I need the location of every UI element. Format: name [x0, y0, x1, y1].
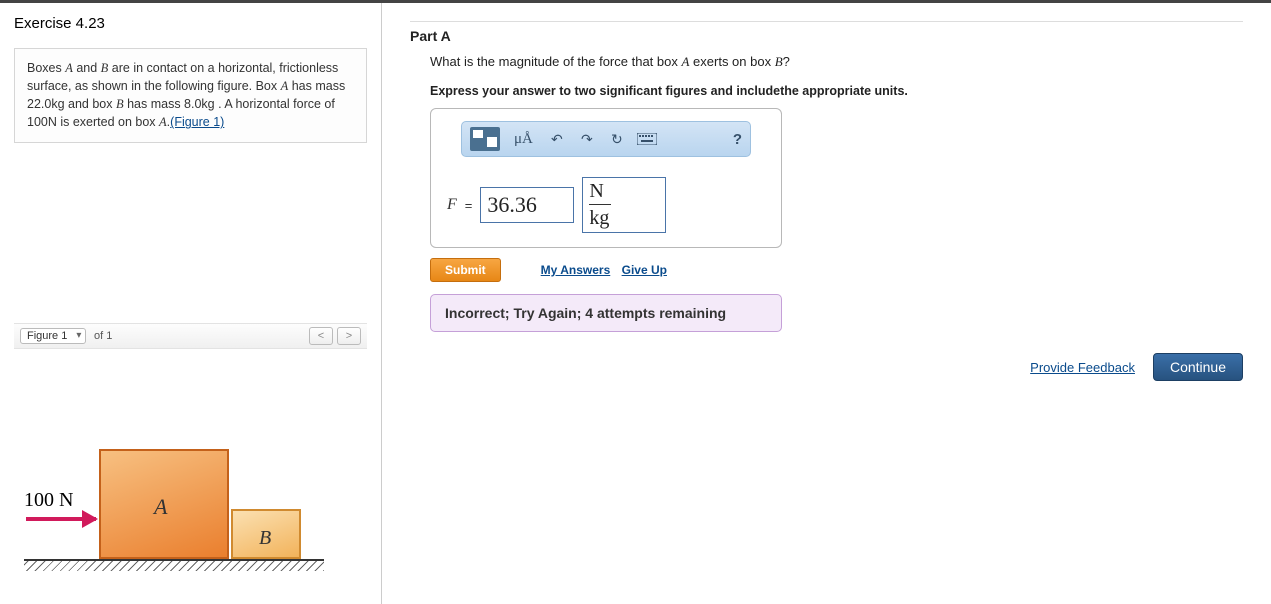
force-arrow-icon [26, 517, 96, 521]
problem-text: and [73, 61, 101, 75]
feedback-message: Incorrect; Try Again; 4 attempts remaini… [430, 294, 782, 332]
help-button[interactable]: ? [733, 131, 742, 148]
figure-toolbar: Figure 1 of 1 < > [14, 323, 367, 349]
give-up-link[interactable]: Give Up [622, 263, 667, 277]
exercise-title: Exercise 4.23 [14, 15, 367, 32]
problem-statement: Boxes A and B are in contact on a horizo… [14, 48, 367, 143]
question-segment: ? [783, 54, 790, 69]
figure-prev-button[interactable]: < [309, 327, 333, 345]
redo-icon[interactable]: ↷ [577, 129, 597, 149]
figure-link[interactable]: (Figure 1) [170, 115, 224, 129]
var-b: B [775, 54, 783, 69]
part-a-header: Part A [410, 21, 1243, 44]
ground-hatch [24, 561, 324, 571]
equation-toolbar: μÅ ↶ ↷ ↻ ? [461, 121, 751, 157]
question-text: What is the magnitude of the force that … [430, 54, 1243, 70]
question-segment: exerts on box [689, 54, 774, 69]
figure-next-button[interactable]: > [337, 327, 361, 345]
keyboard-icon[interactable] [637, 129, 657, 149]
figure-box-b-label: B [259, 527, 271, 550]
var-a: A [159, 115, 167, 129]
template-button[interactable] [470, 127, 500, 151]
problem-text: Boxes [27, 61, 65, 75]
variable-label: F [447, 196, 457, 214]
figure-select[interactable]: Figure 1 [20, 328, 86, 344]
reset-icon[interactable]: ↻ [607, 129, 627, 149]
answer-input-row: F = N kg [447, 177, 769, 233]
submit-button[interactable]: Submit [430, 258, 501, 282]
equals-label: = [465, 198, 473, 213]
figure-canvas: 100 N A B [14, 399, 367, 599]
var-a: A [65, 61, 73, 75]
bottom-row: Provide Feedback Continue [1030, 353, 1243, 381]
continue-button[interactable]: Continue [1153, 353, 1243, 381]
my-answers-link[interactable]: My Answers [541, 263, 611, 277]
figure-count-label: of 1 [94, 330, 112, 342]
answer-instruction: Express your answer to two significant f… [430, 84, 1243, 98]
link-group: My Answers Give Up [541, 263, 675, 277]
question-segment: What is the magnitude of the force that … [430, 54, 681, 69]
value-input[interactable] [480, 187, 574, 223]
undo-icon[interactable]: ↶ [547, 129, 567, 149]
unit-input[interactable]: N kg [582, 177, 666, 233]
force-label: 100 N [24, 489, 73, 512]
unit-numerator: N [589, 179, 611, 205]
unit-denominator: kg [589, 205, 665, 231]
answer-area: μÅ ↶ ↷ ↻ ? F = N kg [430, 108, 782, 248]
special-chars-button[interactable]: μÅ [510, 131, 537, 148]
provide-feedback-link[interactable]: Provide Feedback [1030, 360, 1135, 375]
var-b: B [116, 97, 124, 111]
figure-box-a-label: A [154, 494, 167, 520]
action-row: Submit My Answers Give Up [430, 258, 1243, 282]
